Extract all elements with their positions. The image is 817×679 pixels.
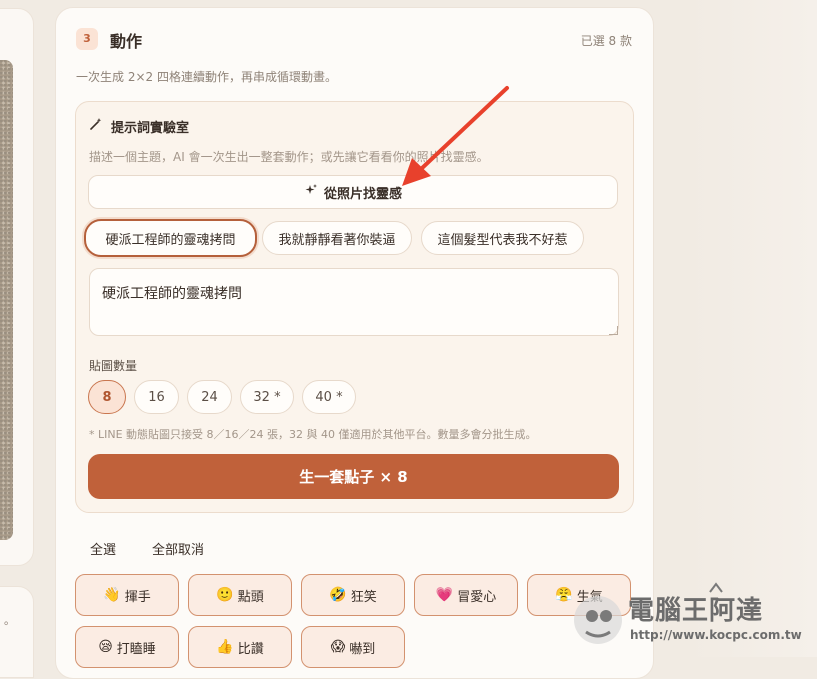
action-chip-scared[interactable]: 😱 嚇到 (301, 626, 405, 668)
scared-icon: 😱 (330, 639, 346, 655)
action-label: 嚇到 (349, 641, 376, 657)
count-option-16[interactable]: 16 (134, 380, 179, 414)
generate-ideas-button[interactable]: 生一套點子 × 8 (88, 454, 619, 499)
action-chip-nod[interactable]: 🙂 點頭 (188, 574, 292, 616)
action-chip-wave[interactable]: 👋 揮手 (75, 574, 179, 616)
count-option-40[interactable]: 40 * (302, 380, 356, 414)
prompt-chip-2[interactable]: 我就靜靜看著你裝逼 (262, 221, 412, 255)
count-option-8[interactable]: 8 (88, 380, 126, 414)
count-option-24[interactable]: 24 (187, 380, 232, 414)
prompt-chip-label: 硬派工程師的靈魂拷問 (105, 232, 236, 248)
sparkles-icon (304, 183, 318, 201)
prompt-lab-description: 描述一個主題，AI 會一次生出一整套動作；或先讓它看看你的照片找靈感。 (89, 150, 489, 164)
left-card-lower (0, 586, 34, 678)
action-label: 比讚 (237, 641, 264, 657)
action-label: 冒愛心 (457, 589, 497, 605)
left-photo-preview (0, 60, 13, 540)
action-label: 打瞌睡 (116, 641, 156, 657)
action-label: 點頭 (237, 589, 264, 605)
smile-icon: 🙂 (216, 587, 234, 603)
prompt-chip-label: 我就靜靜看著你裝逼 (278, 232, 396, 248)
sleepy-icon: 😪 (98, 639, 113, 655)
inspire-from-photo-button[interactable]: 從照片找靈感 (88, 175, 618, 209)
selected-count: 已選 8 款 (580, 34, 632, 48)
action-chip-doze[interactable]: 😪 打瞌睡 (75, 626, 179, 668)
prompt-chip-label: 這個髮型代表我不好惹 (437, 232, 568, 248)
inspire-from-photo-label: 從照片找靈感 (323, 186, 402, 202)
section-description: 一次生成 2×2 四格連續動作，再串成循環動畫。 (76, 70, 337, 84)
heart-icon: 💗 (435, 587, 454, 603)
select-all-button[interactable]: 全選 (90, 539, 116, 558)
action-chip-hearts[interactable]: 💗 冒愛心 (414, 574, 518, 616)
action-chip-laugh[interactable]: 🤣 狂笑 (301, 574, 405, 616)
prompt-chip-3[interactable]: 這個髮型代表我不好惹 (421, 221, 584, 255)
step-badge: 3 (76, 28, 98, 50)
waving-hand-icon: 👋 (103, 587, 121, 603)
laughing-icon: 🤣 (329, 587, 347, 603)
action-label: 狂笑 (350, 589, 377, 605)
deselect-all-button[interactable]: 全部取消 (152, 539, 204, 558)
prompt-textarea[interactable]: 硬派工程師的靈魂拷問 (89, 268, 619, 336)
count-option-32[interactable]: 32 * (240, 380, 294, 414)
prompt-lab-title: 提示詞實驗室 (111, 121, 190, 136)
sticker-count-label: 貼圖數量 (89, 359, 138, 373)
magic-wand-icon (89, 117, 103, 135)
thumbs-up-icon: 👍 (216, 639, 234, 655)
watermark-title: 電腦王阿達 (628, 596, 764, 626)
right-background (690, 0, 817, 657)
section-title: 動作 (110, 32, 143, 51)
sticker-count-note: * LINE 動態貼圖只接受 8／16／24 張，32 與 40 僅適用於其他平… (89, 428, 537, 441)
left-dot: 。 (4, 614, 15, 627)
prompt-chip-1[interactable]: 硬派工程師的靈魂拷問 (84, 219, 257, 257)
watermark-url: http://www.kocpc.com.tw (630, 628, 802, 642)
action-chip-thumbs-up[interactable]: 👍 比讚 (188, 626, 292, 668)
textarea-resize-handle[interactable] (609, 326, 618, 335)
action-label: 揮手 (124, 589, 151, 605)
